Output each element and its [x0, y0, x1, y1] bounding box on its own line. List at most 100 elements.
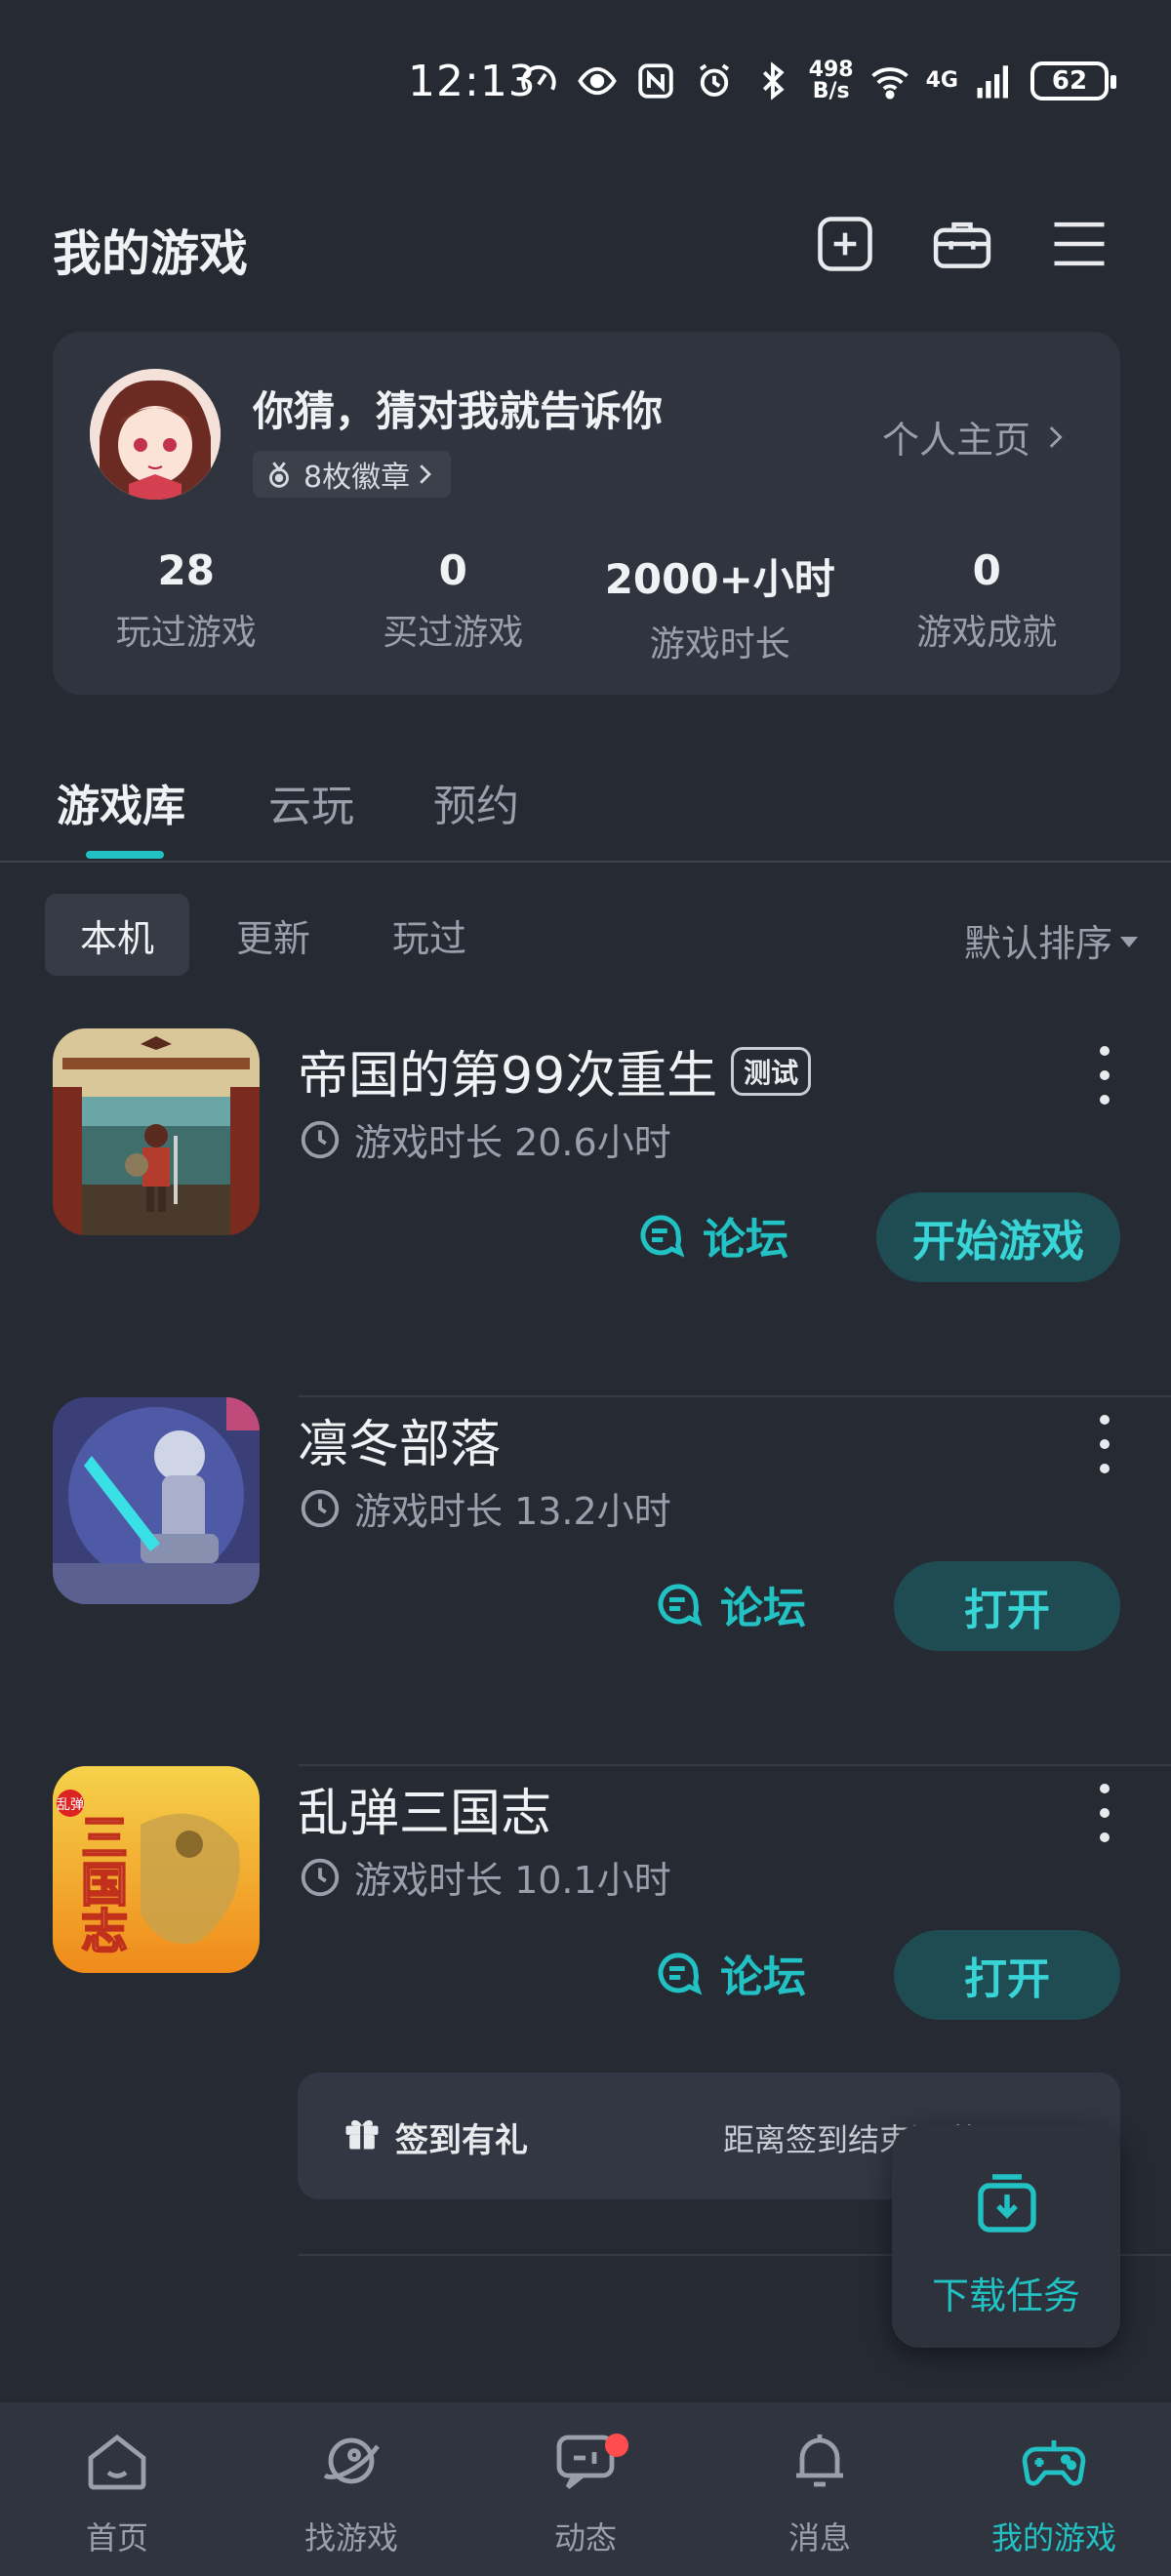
download-tasks-button[interactable]: 下载任务 — [892, 2125, 1120, 2348]
add-button[interactable] — [806, 205, 884, 283]
tab-reservations[interactable]: 预约 — [433, 771, 519, 833]
stat-bought[interactable]: 0 买过游戏 — [320, 546, 587, 666]
forum-link[interactable]: 论坛 — [652, 1573, 806, 1635]
net-speed: 498 B/s — [809, 60, 854, 102]
nav-label: 找游戏 — [303, 2519, 398, 2556]
toolbox-button[interactable] — [923, 205, 1001, 283]
nav-label: 首页 — [85, 2519, 148, 2556]
caret-down-icon — [1120, 937, 1138, 947]
homepage-label: 个人主页 — [881, 419, 1030, 462]
status-icons: 498 B/s 4G 62 — [516, 59, 1116, 103]
nav-messages[interactable]: 消息 — [703, 2402, 937, 2576]
game-item[interactable]: 凛冬部落 游戏时长 13.2小时 论坛 打开 — [0, 1397, 1171, 1766]
stat-played[interactable]: 28 玩过游戏 — [53, 546, 320, 666]
tab-indicator — [86, 851, 164, 859]
alarm-icon — [692, 59, 737, 103]
game-icon-title: 三国志 — [72, 1813, 127, 1953]
game-name-row: 帝国的第99次重生 测试 — [298, 1034, 812, 1107]
forum-icon — [640, 1215, 685, 1258]
game-icon[interactable] — [53, 1028, 260, 1235]
nav-find-games[interactable]: 找游戏 — [234, 2402, 468, 2576]
badges-label: 8枚徽章 — [303, 461, 411, 495]
filter-updates[interactable]: 更新 — [201, 894, 345, 976]
chevron-right-icon — [1049, 425, 1063, 448]
playtime-text: 游戏时长 10.1小时 — [354, 1859, 671, 1902]
signin-label: 签到有礼 — [395, 2121, 528, 2160]
status-bar: 12:13 498 B/s 4G 62 — [0, 0, 1171, 176]
page-title: 我的游戏 — [53, 225, 248, 282]
menu-button[interactable] — [1040, 205, 1118, 283]
main-tabs: 游戏库 云玩 预约 — [0, 761, 1171, 863]
playtime-text: 游戏时长 20.6小时 — [354, 1121, 671, 1164]
clock-icon — [301, 1120, 340, 1158]
forum-label: 论坛 — [703, 1215, 788, 1265]
forum-link[interactable]: 论坛 — [652, 1942, 806, 2004]
game-name: 凛冬部落 — [298, 1416, 502, 1474]
medal-icon — [269, 462, 289, 488]
game-playtime: 游戏时长 13.2小时 — [298, 1481, 671, 1535]
forum-icon — [658, 1584, 703, 1627]
nav-feed[interactable]: 动态 — [468, 2402, 703, 2576]
game-name-row: 凛冬部落 — [298, 1403, 501, 1476]
homepage-link[interactable]: 个人主页 — [882, 410, 1071, 463]
more-options-icon[interactable] — [1093, 1046, 1116, 1105]
gamepad-icon — [1022, 2440, 1086, 2486]
notification-dot — [605, 2434, 628, 2457]
game-icon[interactable] — [53, 1397, 260, 1604]
game-name-row: 乱弹三国志 — [298, 1772, 551, 1845]
stat-label: 游戏时长 — [649, 624, 790, 664]
stat-label: 买过游戏 — [383, 613, 524, 653]
network-type: 4G — [925, 68, 958, 93]
more-options-icon[interactable] — [1093, 1784, 1116, 1842]
filter-local[interactable]: 本机 — [45, 894, 189, 976]
start-game-button[interactable]: 开始游戏 — [876, 1192, 1120, 1282]
game-icon[interactable]: 乱弹 三国志 — [53, 1766, 260, 1973]
profile-stats: 28 玩过游戏 0 买过游戏 2000+小时 游戏时长 0 游戏成就 — [53, 546, 1120, 666]
gift-icon — [345, 2119, 379, 2150]
profile-card[interactable]: 你猜，猜对我就告诉你 8枚徽章 个人主页 28 玩过游戏 0 买过游戏 2000… — [53, 332, 1120, 695]
bell-icon — [796, 2435, 843, 2487]
stat-value: 2000+小时 — [604, 555, 835, 603]
game-playtime: 游戏时长 10.1小时 — [298, 1850, 671, 1904]
sort-dropdown[interactable]: 默认排序 — [964, 913, 1138, 967]
badges-link[interactable]: 8枚徽章 — [253, 451, 452, 498]
forum-icon — [658, 1952, 703, 1995]
signal-icon — [972, 59, 1017, 103]
more-options-icon[interactable] — [1093, 1415, 1116, 1473]
nav-home[interactable]: 首页 — [0, 2402, 234, 2576]
stat-value: 0 — [438, 546, 467, 594]
speedometer-icon — [516, 59, 561, 103]
open-game-button[interactable]: 打开 — [894, 1930, 1120, 2020]
stat-playtime[interactable]: 2000+小时 游戏时长 — [586, 546, 854, 666]
forum-link[interactable]: 论坛 — [634, 1204, 788, 1267]
eye-icon — [575, 59, 620, 103]
download-icon — [978, 2174, 1036, 2233]
clock-icon — [301, 1489, 340, 1527]
toolbox-icon — [933, 221, 991, 268]
profile-nickname: 你猜，猜对我就告诉你 — [253, 387, 664, 435]
wifi-icon — [868, 59, 912, 103]
download-label: 下载任务 — [931, 2274, 1080, 2317]
open-game-button[interactable]: 打开 — [894, 1561, 1120, 1651]
net-speed-unit: B/s — [812, 79, 850, 103]
stat-achievements[interactable]: 0 游戏成就 — [854, 546, 1121, 666]
page-header: 我的游戏 — [0, 195, 1171, 293]
nav-label: 消息 — [787, 2519, 851, 2556]
menu-icon — [1054, 221, 1105, 266]
stat-label: 游戏成就 — [916, 613, 1058, 653]
test-tag: 测试 — [731, 1046, 812, 1096]
bottom-nav: 首页 找游戏 动态 消息 我的游戏 — [0, 2402, 1171, 2576]
home-icon — [88, 2434, 146, 2490]
nav-my-games[interactable]: 我的游戏 — [937, 2402, 1171, 2576]
forum-label: 论坛 — [720, 1584, 806, 1633]
game-playtime: 游戏时长 20.6小时 — [298, 1112, 671, 1166]
playtime-text: 游戏时长 13.2小时 — [354, 1490, 671, 1533]
tab-library[interactable]: 游戏库 — [57, 771, 185, 833]
nav-label: 动态 — [553, 2519, 617, 2556]
game-name: 乱弹三国志 — [298, 1785, 552, 1843]
filter-played[interactable]: 玩过 — [357, 894, 502, 976]
avatar[interactable] — [90, 369, 221, 500]
library-filters: 本机 更新 玩过 默认排序 — [0, 892, 1171, 978]
game-item[interactable]: 帝国的第99次重生 测试 游戏时长 20.6小时 论坛 开始游戏 — [0, 1028, 1171, 1397]
tab-cloud-play[interactable]: 云玩 — [268, 771, 354, 833]
